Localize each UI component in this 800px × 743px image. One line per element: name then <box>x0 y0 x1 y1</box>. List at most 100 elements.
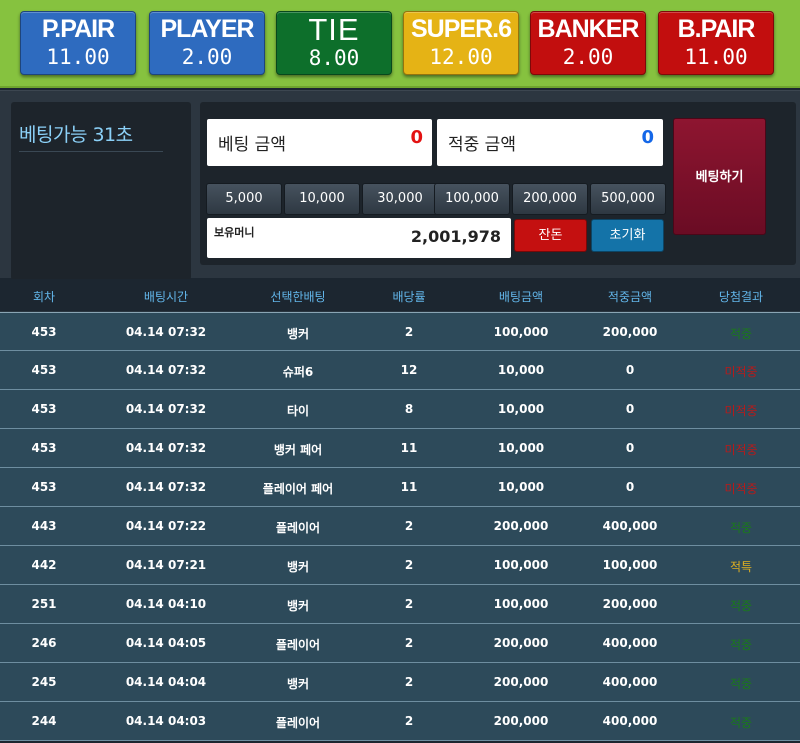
table-row: 453 04.14 07:32 타이 8 10,000 0 미적중 <box>0 390 800 429</box>
bet-amount-field[interactable]: 베팅 금액 0 <box>207 119 432 166</box>
cell-bet-amount: 10,000 <box>497 441 545 455</box>
cell-round: 245 <box>31 675 57 689</box>
timer-text: 베팅가능 31초 <box>19 124 133 146</box>
cell-round: 442 <box>31 558 57 572</box>
bet-odds: 12.00 <box>429 45 493 69</box>
bet-name: SUPER.6 <box>411 15 512 43</box>
cell-odds: 2 <box>404 519 414 533</box>
table-body: 453 04.14 07:32 뱅커 2 100,000 200,000 적중 453 04.1… <box>0 312 800 741</box>
chip-button[interactable]: 500,000 <box>590 183 666 215</box>
reset-button[interactable]: 초기화 <box>591 219 664 252</box>
bet-player-button[interactable]: PLAYER 2.00 <box>149 11 265 75</box>
header-result: 당첨결과 <box>718 290 764 304</box>
bet-amount-label: 베팅 금액 <box>218 135 286 155</box>
win-amount-label: 적중 금액 <box>448 135 516 155</box>
cell-win-amount: 400,000 <box>602 519 658 533</box>
cell-result: 미적중 <box>724 482 758 496</box>
table-row: 442 04.14 07:21 뱅커 2 100,000 100,000 적특 <box>0 546 800 585</box>
bet-tie-button[interactable]: TIE 8.00 <box>276 11 392 75</box>
cell-time: 04.14 07:32 <box>125 325 207 339</box>
cell-bet-amount: 10,000 <box>497 480 545 494</box>
cell-time: 04.14 04:10 <box>125 597 207 611</box>
cell-win-amount: 0 <box>625 363 635 377</box>
cell-bet-amount: 10,000 <box>497 363 545 377</box>
cell-round: 246 <box>31 636 57 650</box>
cell-bet-amount: 10,000 <box>497 402 545 416</box>
bet-name: TIE <box>308 12 360 47</box>
chip-button[interactable]: 5,000 <box>206 183 282 215</box>
cell-win-amount: 200,000 <box>602 325 658 339</box>
cell-selection: 플레이어 페어 <box>262 482 334 496</box>
header-win-amount: 적중금액 <box>607 290 653 304</box>
cell-bet-amount: 100,000 <box>493 558 549 572</box>
allin-button[interactable]: 잔돈 <box>514 219 587 252</box>
cell-time: 04.14 07:32 <box>125 480 207 494</box>
cell-round: 244 <box>31 714 57 728</box>
chip-button[interactable]: 30,000 <box>362 183 438 215</box>
table-row: 245 04.14 04:04 뱅커 2 200,000 400,000 적중 <box>0 663 800 702</box>
chip-button[interactable]: 200,000 <box>512 183 588 215</box>
chip-button[interactable]: 10,000 <box>284 183 360 215</box>
table-row: 453 04.14 07:32 슈퍼6 12 10,000 0 미적중 <box>0 351 800 390</box>
balance-value: 2,001,978 <box>410 227 501 246</box>
bet-name: B.PAIR <box>677 15 756 43</box>
bet-super6-button[interactable]: SUPER.6 12.00 <box>403 11 519 75</box>
cell-odds: 2 <box>404 714 414 728</box>
bet-input-area: 베팅 금액 0 적중 금액 0 5,000 10,000 30,000 100,… <box>200 102 796 265</box>
cell-bet-amount: 100,000 <box>493 597 549 611</box>
bet-amount-value: 0 <box>410 127 423 148</box>
cell-odds: 2 <box>404 675 414 689</box>
cell-result: 미적중 <box>724 404 758 418</box>
cell-result: 적중 <box>729 327 753 341</box>
cell-selection: 플레이어 <box>275 521 321 535</box>
cell-odds: 11 <box>400 441 418 455</box>
balance-box: 보유머니 2,001,978 <box>207 218 511 258</box>
cell-result: 적중 <box>729 599 753 613</box>
bet-player-pair-button[interactable]: P.PAIR 11.00 <box>20 11 136 75</box>
cell-round: 453 <box>31 325 57 339</box>
cell-round: 453 <box>31 441 57 455</box>
cell-win-amount: 400,000 <box>602 636 658 650</box>
bet-history-table: 회차 배팅시간 선택한배팅 배당률 배팅금액 적중금액 당첨결과 453 04.1… <box>0 279 800 741</box>
cell-time: 04.14 07:32 <box>125 363 207 377</box>
cell-round: 251 <box>31 597 57 611</box>
cell-selection: 타이 <box>286 404 310 418</box>
table-row: 246 04.14 04:05 플레이어 2 200,000 400,000 적중 <box>0 624 800 663</box>
bet-name: BANKER <box>537 15 640 43</box>
table-row: 251 04.14 04:10 뱅커 2 100,000 200,000 적중 <box>0 585 800 624</box>
header-time: 배팅시간 <box>143 290 189 304</box>
cell-time: 04.14 07:21 <box>125 558 207 572</box>
cell-win-amount: 0 <box>625 402 635 416</box>
cell-bet-amount: 200,000 <box>493 675 549 689</box>
cell-time: 04.14 07:32 <box>125 402 207 416</box>
bet-odds: 2.00 <box>181 45 233 69</box>
cell-odds: 2 <box>404 325 414 339</box>
cell-bet-amount: 200,000 <box>493 714 549 728</box>
balance-label: 보유머니 <box>214 226 255 239</box>
cell-win-amount: 0 <box>625 480 635 494</box>
cell-selection: 슈퍼6 <box>282 365 314 379</box>
table-row: 453 04.14 07:32 뱅커 2 100,000 200,000 적중 <box>0 312 800 351</box>
cell-selection: 뱅커 <box>286 677 310 691</box>
cell-time: 04.14 07:32 <box>125 441 207 455</box>
divider <box>19 151 163 152</box>
cell-odds: 8 <box>404 402 414 416</box>
bet-banker-pair-button[interactable]: B.PAIR 11.00 <box>658 11 774 75</box>
cell-result: 적중 <box>729 716 753 730</box>
cell-time: 04.14 04:05 <box>125 636 207 650</box>
cell-odds: 11 <box>400 480 418 494</box>
cell-result: 적중 <box>729 638 753 652</box>
cell-time: 04.14 07:22 <box>125 519 207 533</box>
cell-time: 04.14 04:03 <box>125 714 207 728</box>
bet-banker-button[interactable]: BANKER 2.00 <box>530 11 646 75</box>
cell-bet-amount: 100,000 <box>493 325 549 339</box>
chip-button[interactable]: 100,000 <box>434 183 510 215</box>
table-row: 453 04.14 07:32 플레이어 페어 11 10,000 0 미적중 <box>0 468 800 507</box>
table-row: 453 04.14 07:32 뱅커 페어 11 10,000 0 미적중 <box>0 429 800 468</box>
header-bet-amount: 배팅금액 <box>498 290 544 304</box>
cell-round: 453 <box>31 480 57 494</box>
cell-round: 453 <box>31 402 57 416</box>
cell-odds: 2 <box>404 636 414 650</box>
cell-round: 443 <box>31 519 57 533</box>
place-bet-button[interactable]: 베팅하기 <box>673 118 766 235</box>
